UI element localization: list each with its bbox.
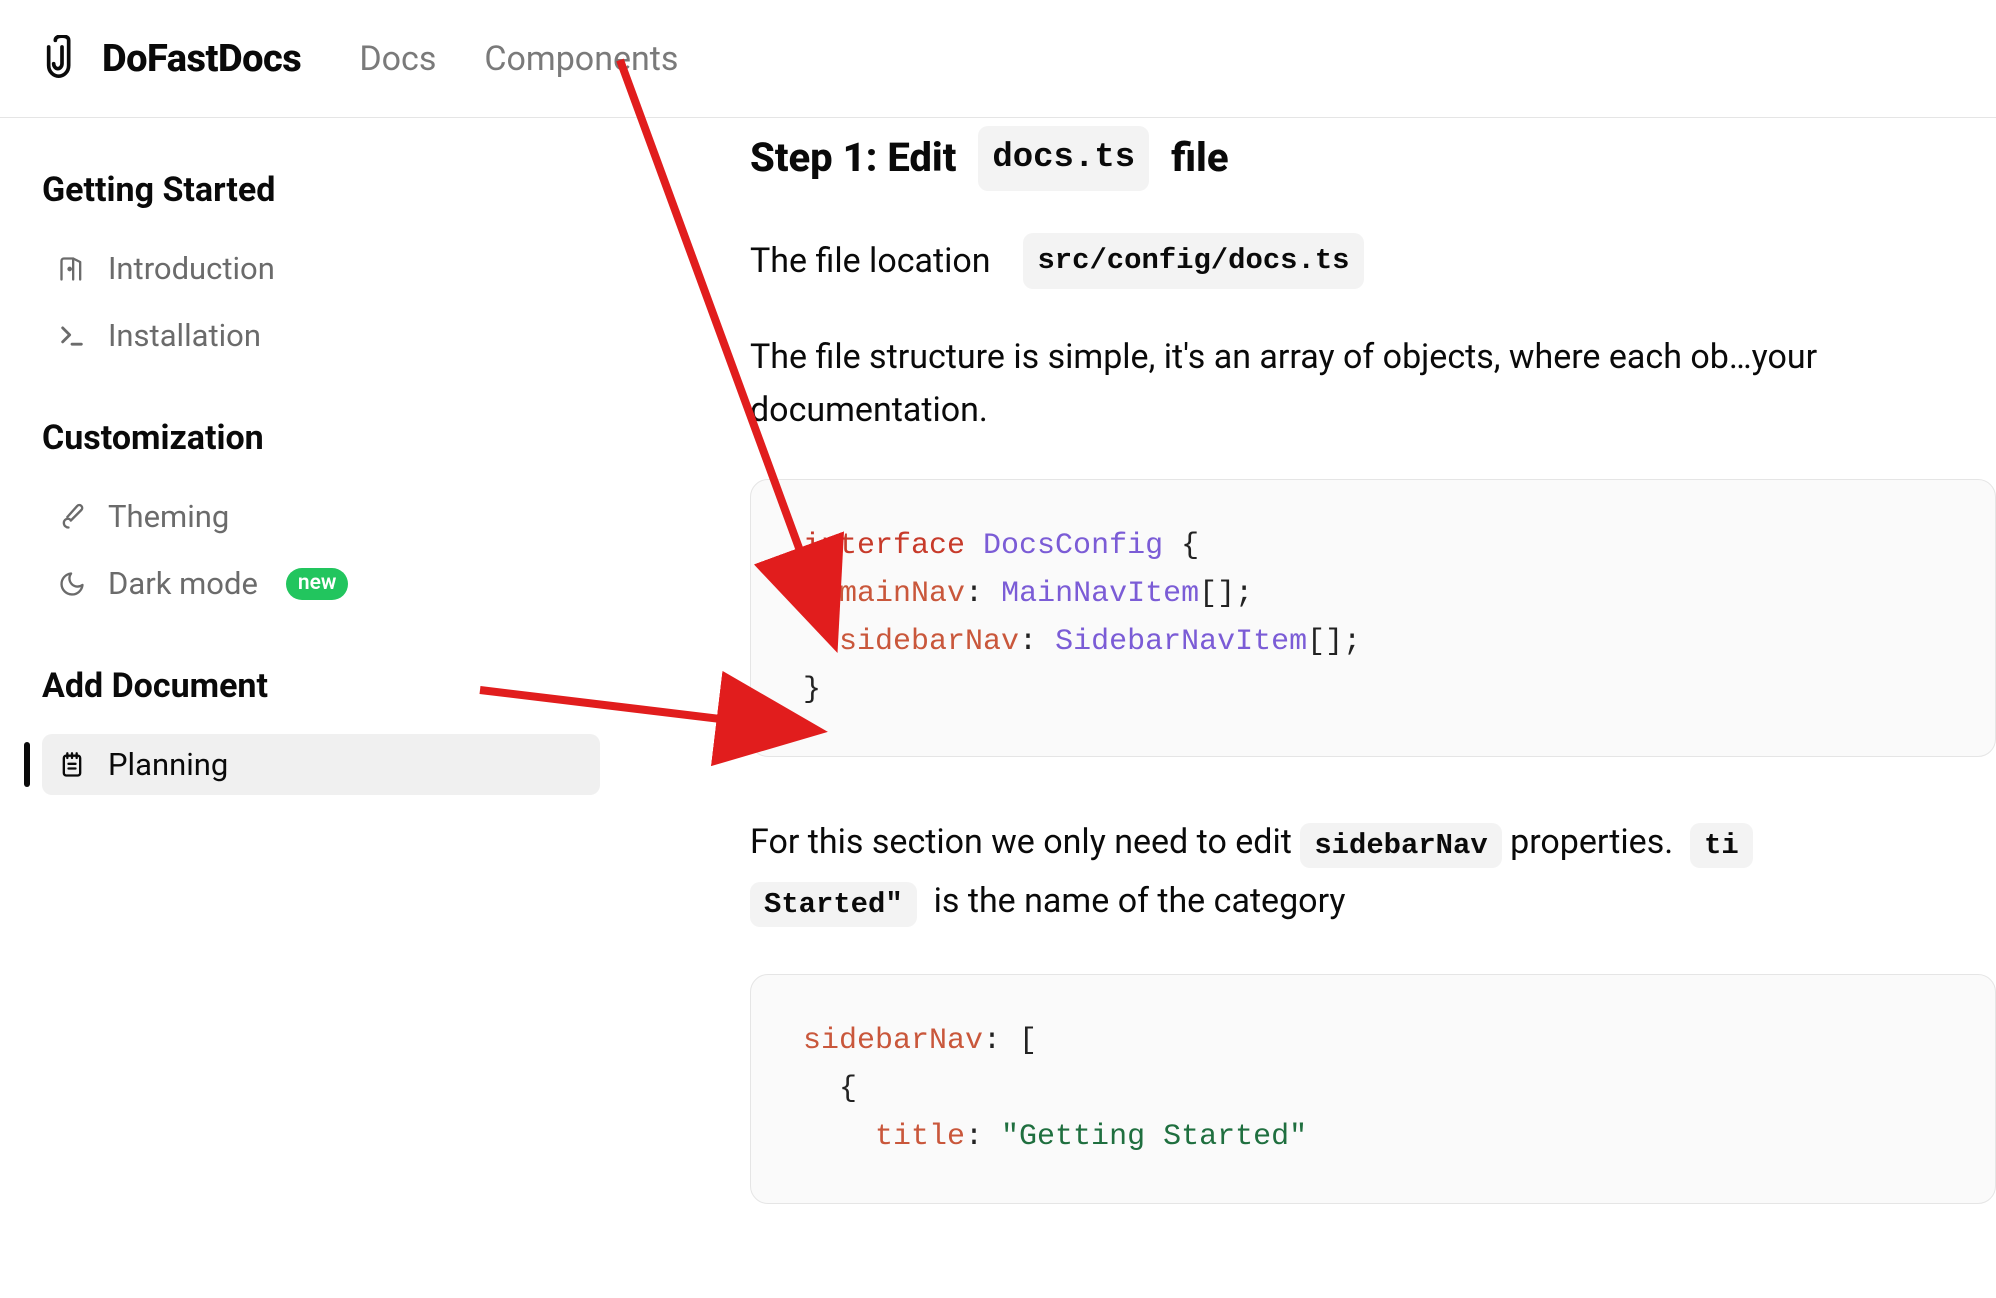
- brand-name: DoFastDocs: [102, 37, 301, 81]
- inline-code: sidebarNav: [1300, 823, 1501, 868]
- inline-code: Started": [750, 882, 917, 927]
- top-nav: Docs Components: [359, 39, 678, 79]
- code-block-interface: interface DocsConfig { mainNav: MainNavI…: [750, 479, 1996, 757]
- sidebar-item-label: Dark mode: [108, 565, 258, 602]
- sidebar-item-label: Planning: [108, 746, 228, 783]
- sidebar-section-title: Customization: [42, 418, 600, 458]
- nav-docs[interactable]: Docs: [359, 39, 436, 79]
- file-path-code: src/config/docs.ts: [1023, 233, 1363, 290]
- edit-note-paragraph: For this section we only need to edit si…: [750, 813, 1996, 932]
- sidebar: Getting Started Introduction Installatio…: [0, 118, 600, 1260]
- sidebar-item-label: Introduction: [108, 250, 275, 287]
- text: is the name of the category: [934, 881, 1346, 921]
- doc-content: Step 1: Edit docs.ts file The file locat…: [600, 118, 1996, 1260]
- step-heading: Step 1: Edit docs.ts file: [750, 126, 1996, 191]
- heading-code: docs.ts: [978, 126, 1149, 191]
- app-header: DoFastDocs Docs Components: [0, 0, 1996, 118]
- brush-icon: [56, 501, 88, 533]
- file-location-line: The file location src/config/docs.ts: [750, 233, 1996, 290]
- sidebar-item-label: Installation: [108, 317, 261, 354]
- sidebar-item-theming[interactable]: Theming: [42, 486, 600, 547]
- inline-code: ti: [1690, 823, 1753, 868]
- description-paragraph: The file structure is simple, it's an ar…: [750, 331, 1996, 436]
- sidebar-item-dark-mode[interactable]: Dark mode new: [42, 553, 600, 614]
- sidebar-section-title: Getting Started: [42, 170, 600, 210]
- door-icon: [56, 253, 88, 285]
- nav-components[interactable]: Components: [484, 39, 678, 79]
- terminal-icon: [56, 320, 88, 352]
- text: For this section we only need to edit: [750, 822, 1292, 862]
- new-badge: new: [286, 568, 349, 600]
- notepad-icon: [56, 749, 88, 781]
- text: properties.: [1510, 822, 1673, 862]
- sidebar-item-introduction[interactable]: Introduction: [42, 238, 600, 299]
- sidebar-item-planning[interactable]: Planning: [42, 734, 600, 795]
- moon-icon: [56, 568, 88, 600]
- text: The file location: [750, 235, 991, 288]
- brand[interactable]: DoFastDocs: [42, 35, 301, 83]
- heading-suffix: file: [1171, 127, 1228, 189]
- heading-prefix: Step 1: Edit: [750, 127, 956, 189]
- sidebar-item-label: Theming: [108, 498, 229, 535]
- sidebar-section-title: Add Document: [42, 666, 600, 706]
- code-block-sidebarnav: sidebarNav: [ { title: "Getting Started": [750, 974, 1996, 1204]
- sidebar-item-installation[interactable]: Installation: [42, 305, 600, 366]
- paperclip-icon: [42, 35, 82, 83]
